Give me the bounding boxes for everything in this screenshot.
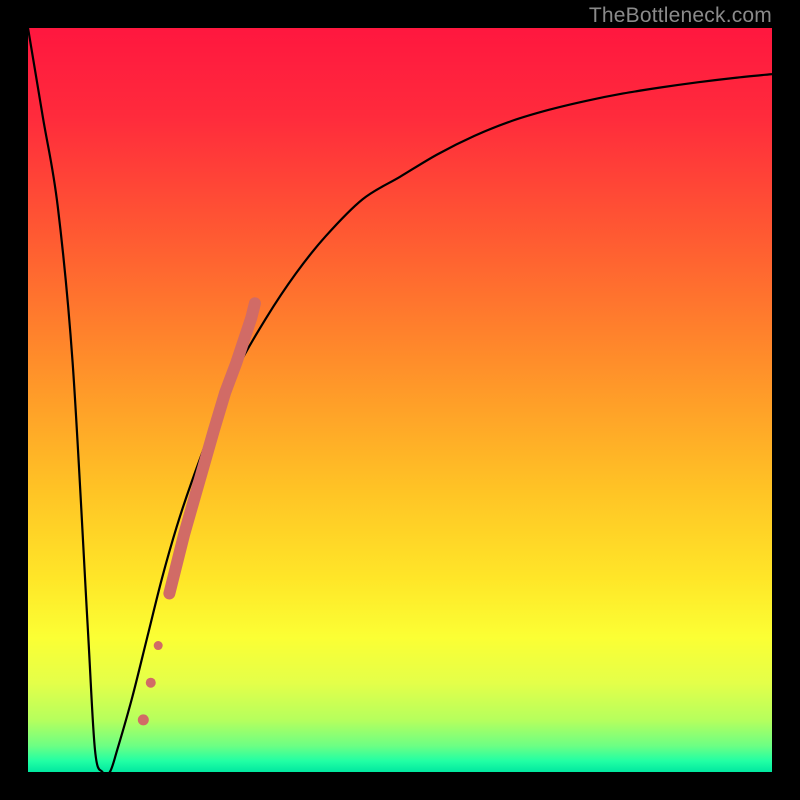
bottleneck-curve (28, 28, 772, 772)
marker-dot (146, 678, 156, 688)
marker-dot (154, 641, 163, 650)
watermark-text: TheBottleneck.com (589, 4, 772, 28)
curve-layer (28, 28, 772, 772)
plot-area (28, 28, 772, 772)
marker-dot (138, 714, 149, 725)
highlight-markers (138, 303, 255, 725)
chart-frame: TheBottleneck.com (0, 0, 800, 800)
marker-band (169, 303, 255, 593)
